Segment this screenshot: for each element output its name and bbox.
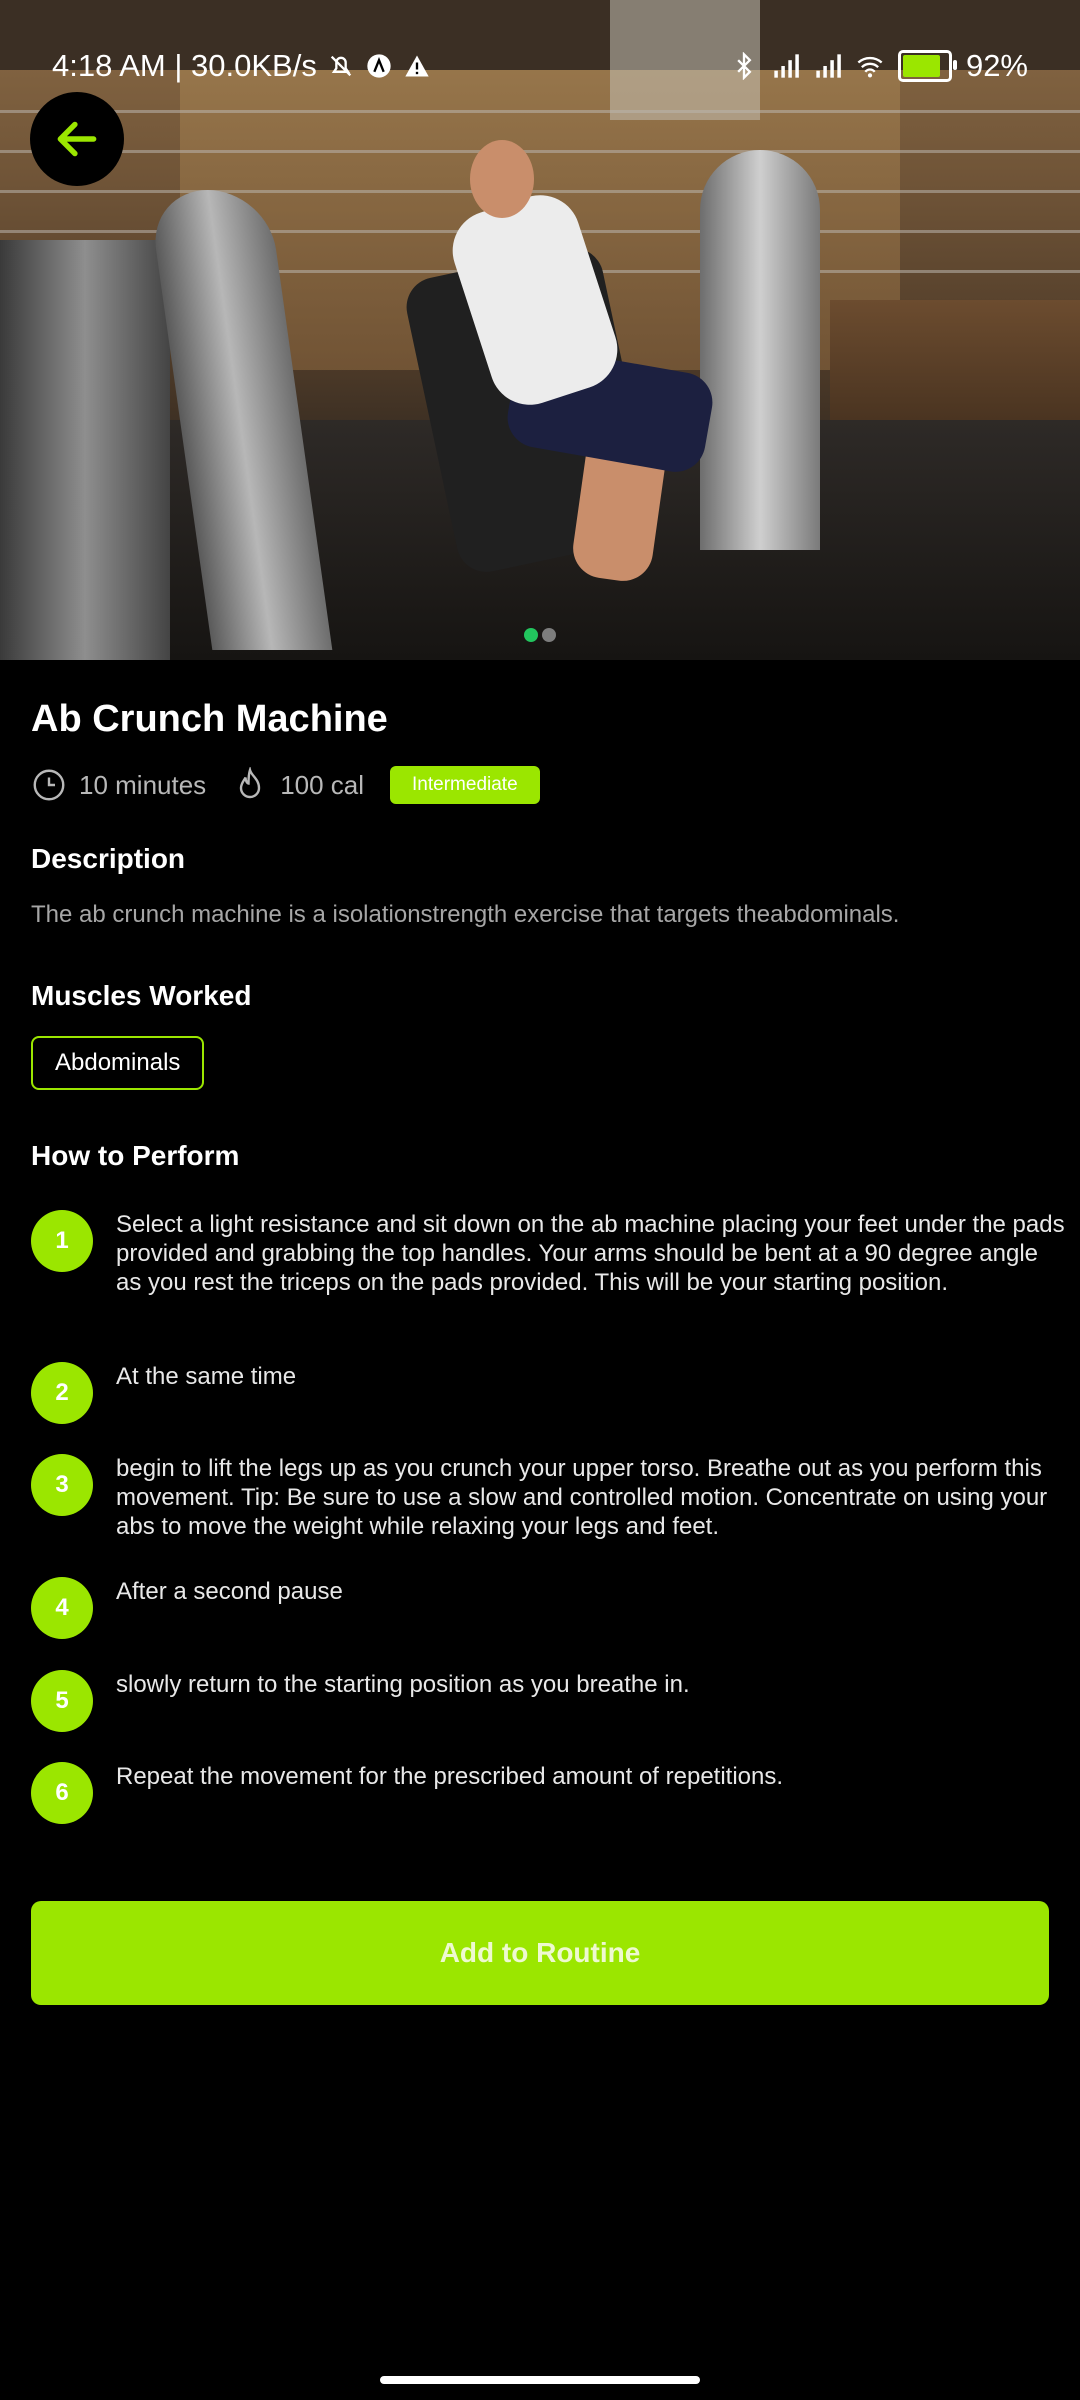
step-text: Repeat the movement for the prescribed a… [116, 1763, 784, 1790]
image-railing [0, 190, 1080, 193]
description-heading: Description [31, 843, 186, 874]
image-person [470, 140, 534, 218]
status-bar: 4:18 AM | 30.0KB/s 92% [0, 48, 1080, 88]
status-time: 4:18 AM | 30.0KB/s [52, 48, 317, 83]
alarm-off-icon [330, 55, 351, 77]
step-number: 1 [31, 1210, 93, 1272]
duration-label: 10 minutes [79, 769, 207, 800]
step-text: begin to lift the legs up as you crunch … [116, 1455, 1048, 1540]
image-machine-left [0, 240, 170, 660]
signal-icon [774, 54, 799, 78]
clock-icon [33, 769, 65, 801]
step-number: 3 [31, 1454, 93, 1516]
level-badge: Intermediate [390, 766, 540, 804]
calories: 100 cal [232, 767, 364, 803]
image-railing [0, 150, 1080, 153]
exercise-title: Ab Crunch Machine [31, 698, 388, 740]
app-notification-icon [367, 54, 391, 78]
step-number: 6 [31, 1762, 93, 1824]
arrow-left-icon [57, 121, 97, 157]
warning-icon [405, 55, 429, 77]
bluetooth-icon [737, 52, 752, 80]
pager-dot[interactable] [542, 628, 556, 642]
signal-icon [816, 54, 841, 78]
muscles-heading: Muscles Worked [31, 980, 252, 1011]
flame-icon [239, 767, 261, 799]
back-button[interactable] [30, 92, 124, 186]
battery-percent: 92% [965, 48, 1028, 83]
how-to-heading: How to Perform [31, 1140, 240, 1171]
image-machine-frame [700, 150, 820, 550]
step-number: 2 [31, 1362, 93, 1424]
duration: 10 minutes [31, 767, 206, 803]
step-text: slowly return to the starting position a… [116, 1671, 690, 1698]
battery-icon [897, 50, 957, 82]
add-to-routine-button[interactable]: Add to Routine [31, 1901, 1049, 2005]
step-number: 5 [31, 1670, 93, 1732]
description-text: The ab crunch machine is a isolationstre… [31, 901, 900, 928]
step-text: Select a light resistance and sit down o… [116, 1211, 1065, 1296]
step-text: At the same time [116, 1363, 297, 1390]
wifi-icon [857, 56, 883, 78]
calories-label: 100 cal [280, 769, 365, 800]
exercise-image[interactable] [0, 0, 1080, 660]
muscle-chip-abdominals[interactable]: Abdominals [31, 1036, 205, 1090]
pager-dot-active[interactable] [524, 628, 538, 642]
step-text: After a second pause [116, 1578, 343, 1605]
image-railing [0, 110, 1080, 113]
step-number: 4 [31, 1577, 93, 1639]
home-indicator[interactable] [380, 2376, 700, 2384]
exercise-meta: 10 minutes 100 cal Intermediate [31, 762, 540, 808]
image-pager[interactable] [524, 628, 556, 642]
